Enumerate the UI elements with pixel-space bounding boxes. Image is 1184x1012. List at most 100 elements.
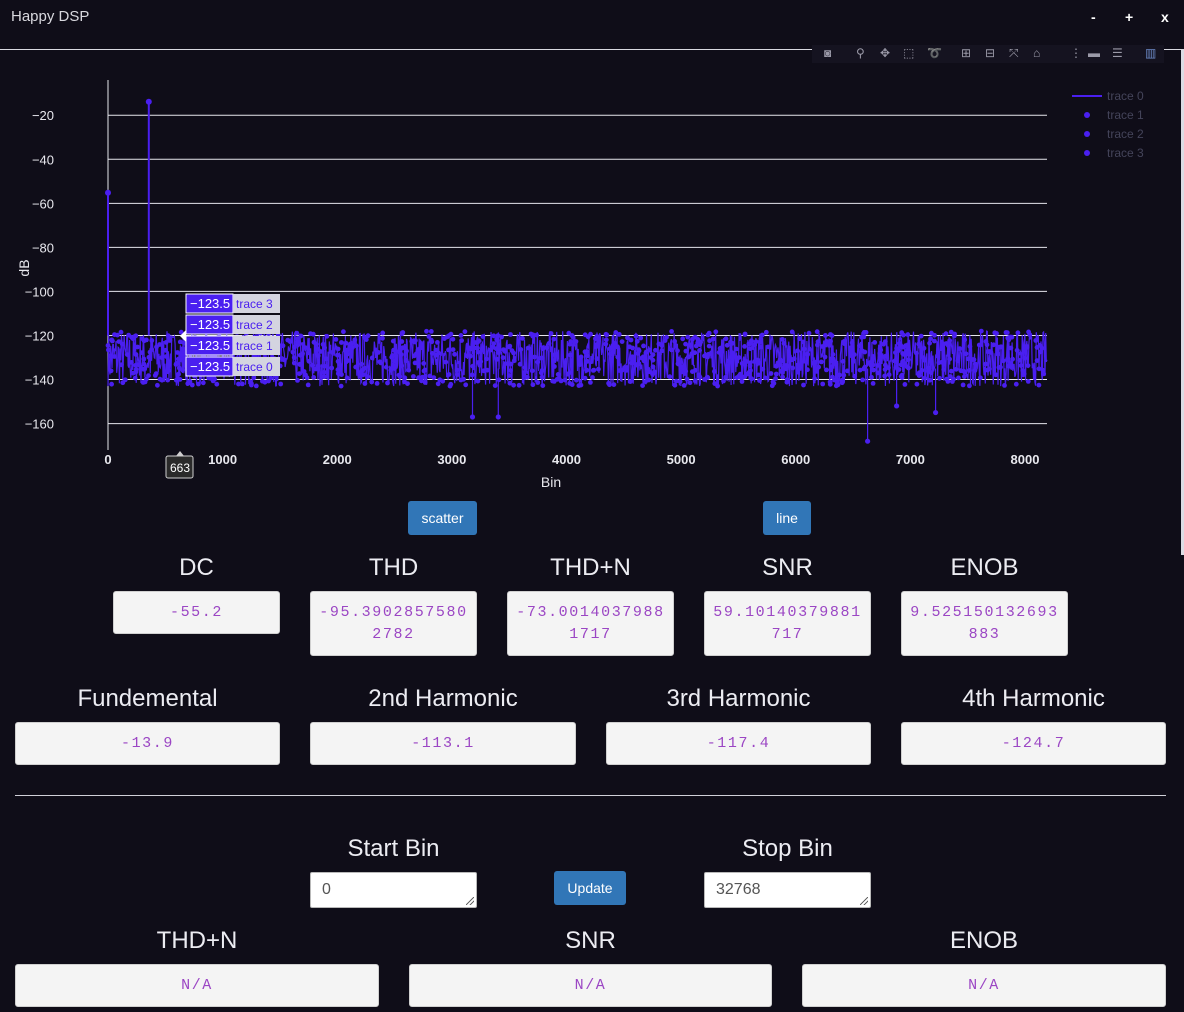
noise-marker bbox=[627, 344, 632, 350]
snr-value: 59.10140379881717 bbox=[704, 591, 871, 656]
noise-marker bbox=[712, 381, 718, 386]
noise-marker bbox=[955, 358, 961, 364]
noise-marker bbox=[833, 361, 839, 367]
noise-marker bbox=[657, 351, 662, 357]
noise-marker bbox=[726, 358, 731, 364]
maximize-button[interactable]: + bbox=[1125, 9, 1133, 25]
noise-marker bbox=[397, 349, 403, 354]
noise-marker bbox=[392, 366, 397, 371]
x-tick-label: 1000 bbox=[208, 452, 237, 467]
pan-icon[interactable]: ✥ bbox=[880, 46, 890, 60]
noise-marker bbox=[805, 367, 810, 373]
noise-marker bbox=[295, 378, 300, 383]
noise-marker bbox=[1033, 338, 1039, 343]
noise-marker bbox=[906, 365, 911, 371]
noise-marker bbox=[335, 352, 340, 358]
noise-marker bbox=[805, 351, 810, 357]
noise-marker bbox=[603, 341, 609, 347]
noise-marker bbox=[588, 380, 593, 385]
hover-compare-icon[interactable]: ☰ bbox=[1112, 46, 1123, 60]
noise-marker bbox=[633, 333, 639, 339]
noise-marker bbox=[596, 366, 601, 372]
noise-marker bbox=[500, 355, 506, 361]
autoscale-icon[interactable]: ⤧ bbox=[1009, 46, 1019, 60]
noise-marker bbox=[645, 366, 651, 372]
box-select-icon[interactable]: ⬚ bbox=[903, 46, 914, 60]
noise-marker bbox=[1018, 363, 1024, 368]
resize-grip-icon[interactable] bbox=[466, 897, 474, 905]
noise-marker bbox=[539, 368, 545, 373]
noise-marker bbox=[427, 373, 433, 379]
noise-marker bbox=[653, 347, 658, 353]
fundamental-label: Fundemental bbox=[77, 685, 218, 712]
hover-closest-icon[interactable]: ▬ bbox=[1088, 46, 1100, 60]
noise-marker bbox=[941, 367, 947, 372]
noise-marker bbox=[619, 367, 625, 373]
noise-marker bbox=[686, 354, 692, 360]
noise-marker bbox=[446, 347, 451, 353]
noise-marker bbox=[919, 367, 925, 373]
noise-marker bbox=[149, 338, 155, 343]
scatter-button[interactable]: scatter bbox=[408, 501, 477, 535]
noise-marker bbox=[550, 378, 555, 384]
y-axis-label: dB bbox=[16, 259, 32, 276]
zoom-icon[interactable]: ⚲ bbox=[856, 46, 865, 60]
noise-marker bbox=[814, 329, 820, 335]
noise-marker bbox=[491, 333, 497, 339]
noise-marker bbox=[839, 377, 845, 383]
x-tick-label: 0 bbox=[104, 452, 111, 467]
noise-marker bbox=[962, 374, 967, 379]
noise-marker bbox=[495, 347, 501, 353]
noise-marker bbox=[458, 333, 464, 338]
line-button[interactable]: line bbox=[763, 501, 811, 535]
noise-marker bbox=[392, 358, 397, 364]
noise-marker bbox=[422, 380, 428, 385]
noise-marker bbox=[983, 361, 989, 367]
plotly-logo-icon[interactable]: ▥ bbox=[1145, 46, 1156, 60]
close-button[interactable]: x bbox=[1161, 9, 1169, 25]
noise-marker bbox=[385, 380, 390, 386]
noise-marker bbox=[249, 381, 254, 386]
noise-marker bbox=[749, 376, 755, 382]
noise-marker bbox=[294, 330, 300, 336]
trace-group bbox=[105, 98, 1048, 444]
lasso-icon[interactable]: ➰ bbox=[927, 46, 942, 60]
noise-marker bbox=[383, 364, 389, 370]
update-button[interactable]: Update bbox=[554, 871, 626, 905]
snr-label: SNR bbox=[762, 554, 813, 581]
resize-grip-icon[interactable] bbox=[860, 897, 868, 905]
noise-marker bbox=[656, 341, 662, 347]
noise-marker bbox=[461, 376, 466, 382]
noise-marker bbox=[697, 374, 703, 380]
noise-marker bbox=[552, 364, 557, 369]
noise-marker bbox=[823, 333, 828, 338]
minimize-button[interactable]: - bbox=[1091, 9, 1096, 25]
noise-marker bbox=[402, 379, 407, 385]
noise-marker bbox=[827, 379, 833, 385]
noise-marker bbox=[777, 362, 783, 368]
noise-marker bbox=[901, 352, 907, 357]
zoom-in-icon[interactable]: ⊞ bbox=[961, 46, 971, 60]
start-bin-input[interactable]: 0 bbox=[310, 872, 477, 908]
noise-marker bbox=[619, 339, 625, 344]
noise-marker bbox=[594, 334, 600, 339]
stop-bin-input[interactable]: 32768 bbox=[704, 872, 871, 908]
noise-marker bbox=[966, 368, 972, 373]
noise-marker bbox=[650, 352, 656, 358]
spike-lines-icon[interactable]: ⋮ bbox=[1070, 46, 1082, 60]
noise-marker bbox=[1034, 345, 1040, 350]
noise-marker bbox=[740, 374, 745, 380]
home-icon[interactable]: ⌂ bbox=[1033, 46, 1040, 60]
noise-marker bbox=[315, 346, 321, 352]
y-tick-label: −20 bbox=[32, 108, 54, 123]
thdn-value: -73.00140379881717 bbox=[507, 591, 674, 656]
noise-marker bbox=[122, 377, 128, 383]
noise-marker bbox=[749, 338, 754, 344]
noise-marker bbox=[646, 377, 652, 383]
noise-marker bbox=[159, 355, 165, 360]
noise-marker bbox=[297, 361, 303, 367]
spectrum-chart[interactable]: −20 −40 −60 −80 −100 −120 −140 −160 0 1000 2000 30… bbox=[0, 60, 1184, 500]
legend-marker-swatch bbox=[1084, 150, 1090, 156]
camera-icon[interactable]: ◙ bbox=[824, 46, 831, 60]
zoom-out-icon[interactable]: ⊟ bbox=[985, 46, 995, 60]
